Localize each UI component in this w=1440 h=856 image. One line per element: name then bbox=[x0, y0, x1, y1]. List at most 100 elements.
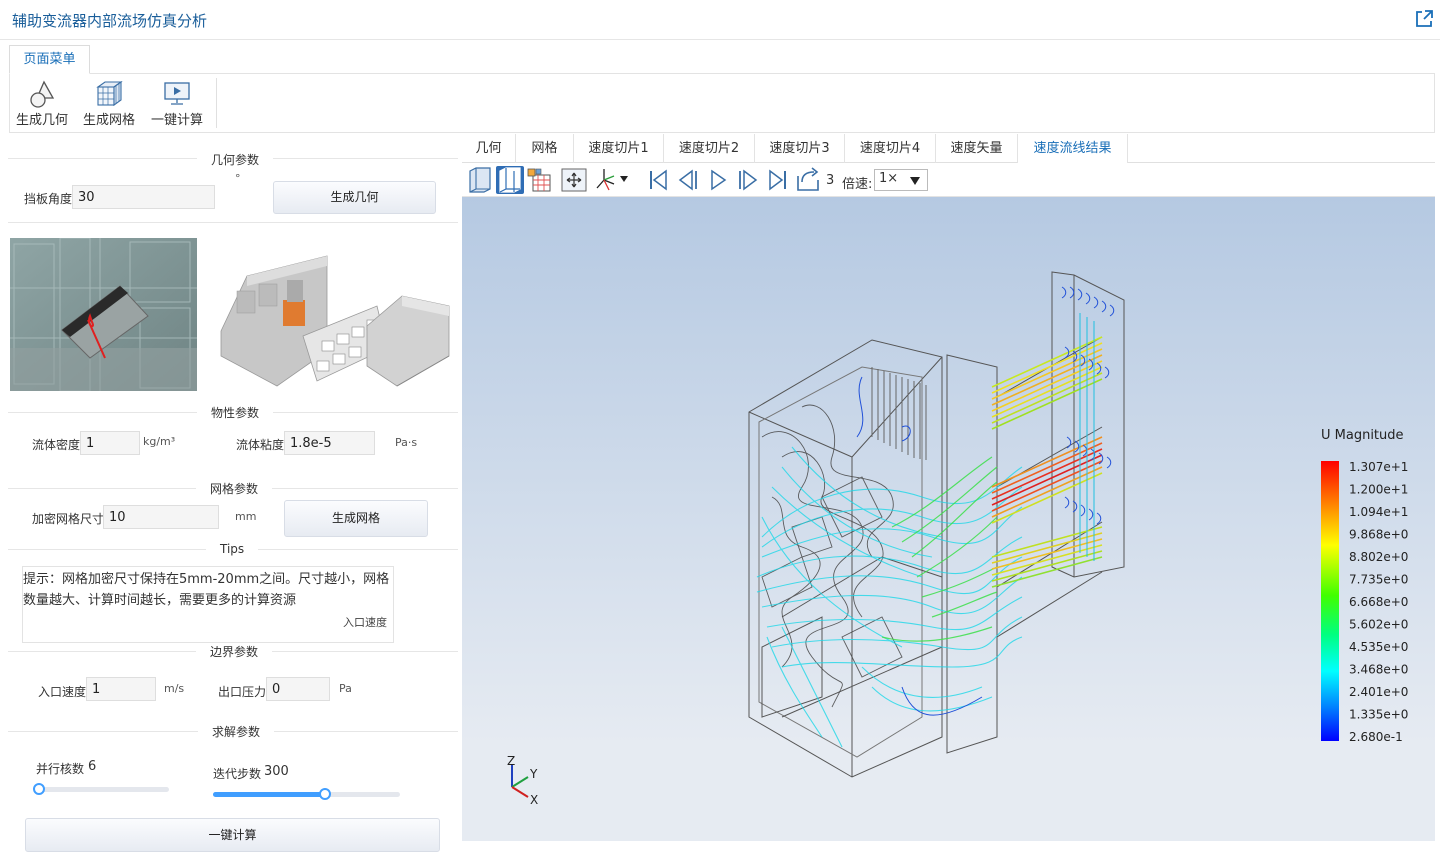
legend-tick-label: 4.535e+0 bbox=[1349, 640, 1408, 654]
legend-tick-label: 5.602e+0 bbox=[1349, 618, 1408, 632]
mesh-section-title: 网格参数 bbox=[196, 480, 273, 497]
geometry-section-title: 几何参数 bbox=[197, 151, 274, 168]
ribbon-label: 一键计算 bbox=[150, 113, 203, 128]
axis-orientation-dropdown-icon[interactable] bbox=[592, 166, 632, 194]
tab-mesh[interactable]: 网格 bbox=[516, 134, 574, 163]
material-section-title: 物性参数 bbox=[197, 404, 274, 421]
tab-streamline-results[interactable]: 速度流线结果 bbox=[1018, 134, 1128, 163]
axis-x-label: X bbox=[530, 793, 538, 807]
legend-tick-label: 1.200e+1 bbox=[1349, 483, 1408, 497]
one-click-compute-ribbon-button[interactable]: 一键计算 bbox=[150, 78, 204, 128]
solver-section-title: 求解参数 bbox=[198, 723, 275, 740]
generate-geometry-button[interactable]: 生成几何 bbox=[273, 181, 436, 214]
tab-velocity-slice-3[interactable]: 速度切片3 bbox=[755, 134, 845, 163]
legend-tick-label: 6.668e+0 bbox=[1349, 595, 1408, 609]
outlet-pressure-unit: Pa bbox=[339, 682, 352, 695]
last-frame-icon[interactable] bbox=[764, 166, 792, 194]
viscosity-label: 流体粘度 bbox=[236, 438, 285, 452]
open-external-icon[interactable] bbox=[1414, 9, 1434, 29]
converter-model-image bbox=[217, 236, 450, 391]
ribbon-label: 生成几何 bbox=[16, 113, 69, 128]
speed-value: 1× bbox=[879, 171, 899, 186]
inlet-velocity-unit: m/s bbox=[164, 682, 185, 695]
fit-view-icon[interactable] bbox=[560, 166, 588, 194]
ribbon-label: 生成网格 bbox=[83, 113, 136, 128]
viscosity-input[interactable] bbox=[284, 431, 375, 455]
ribbon-toolbar: 生成几何 生成网格 一键计算 bbox=[9, 73, 1435, 133]
refine-size-label: 加密网格尺寸 bbox=[32, 512, 105, 526]
page-menu-tab[interactable]: 页面菜单 bbox=[9, 45, 90, 74]
parallel-cores-value: 6 bbox=[88, 759, 97, 774]
slider-knob[interactable] bbox=[33, 783, 45, 795]
parallel-cores-slider[interactable] bbox=[33, 783, 169, 795]
view-solid-icon[interactable] bbox=[466, 166, 494, 194]
legend-tick-label: 3.468e+0 bbox=[1349, 663, 1408, 677]
viewer-toolbar: 3 倍速: 1× bbox=[462, 163, 1435, 197]
loop-icon[interactable] bbox=[794, 166, 822, 194]
app-title: 辅助变流器内部流场仿真分析 bbox=[12, 12, 208, 30]
density-label: 流体密度 bbox=[32, 438, 81, 452]
chevron-down-icon bbox=[910, 177, 920, 185]
streamline-render: Z Y X U Magnitude 1.307e+1 1.200e+1 1.094e… bbox=[507, 271, 1408, 807]
legend-color-bar bbox=[1321, 461, 1339, 741]
legend-title: U Magnitude bbox=[1321, 428, 1404, 443]
axis-y-label: Y bbox=[529, 767, 538, 781]
iterations-label: 迭代步数 bbox=[213, 767, 262, 781]
frame-number: 3 bbox=[826, 173, 835, 188]
iterations-slider[interactable] bbox=[213, 788, 400, 800]
refine-size-unit: mm bbox=[235, 510, 257, 523]
axis-triad bbox=[511, 765, 529, 798]
legend-tick-label: 1.307e+1 bbox=[1349, 460, 1408, 474]
tab-velocity-vectors[interactable]: 速度矢量 bbox=[936, 134, 1018, 163]
iterations-value: 300 bbox=[264, 764, 289, 779]
legend-tick-label: 1.335e+0 bbox=[1349, 708, 1408, 722]
play-icon[interactable] bbox=[704, 166, 732, 194]
one-click-compute-button[interactable]: 一键计算 bbox=[25, 818, 440, 852]
legend-tick-label: 1.094e+1 bbox=[1349, 505, 1408, 519]
tab-velocity-slice-4[interactable]: 速度切片4 bbox=[845, 134, 936, 163]
baffle-angle-input[interactable] bbox=[72, 185, 215, 209]
inlet-velocity-label: 入口速度 bbox=[38, 685, 87, 699]
tab-velocity-slice-1[interactable]: 速度切片1 bbox=[574, 134, 664, 163]
legend-tick-label: 2.680e-1 bbox=[1349, 730, 1403, 744]
inlet-velocity-input[interactable] bbox=[86, 677, 156, 701]
outlet-pressure-input[interactable] bbox=[266, 677, 330, 701]
baffle-angle-label: 挡板角度 bbox=[24, 192, 73, 206]
previous-frame-icon[interactable] bbox=[674, 166, 702, 194]
slider-knob[interactable] bbox=[319, 788, 332, 800]
geometry-icon bbox=[30, 80, 55, 108]
view-mesh-grid-icon[interactable] bbox=[526, 166, 554, 194]
degree-unit: ° bbox=[235, 172, 241, 185]
mesh-icon bbox=[96, 80, 123, 107]
generate-geometry-ribbon-button[interactable]: 生成几何 bbox=[16, 78, 68, 128]
ribbon-divider bbox=[216, 78, 217, 128]
slider-fill bbox=[213, 792, 326, 797]
outlet-pressure-label: 出口压力 bbox=[218, 685, 267, 699]
tips-inlet-velocity-label: 入口速度 bbox=[343, 616, 387, 629]
density-input[interactable] bbox=[80, 431, 140, 455]
generate-mesh-button[interactable]: 生成网格 bbox=[284, 500, 428, 537]
next-frame-icon[interactable] bbox=[734, 166, 762, 194]
tab-velocity-slice-2[interactable]: 速度切片2 bbox=[664, 134, 755, 163]
tips-text: 提示：网格加密尺寸保持在5mm-20mm之间。尺寸越小，网格数量越大、计算时间越… bbox=[23, 572, 390, 608]
tab-geometry[interactable]: 几何 bbox=[462, 134, 516, 163]
compute-icon bbox=[164, 82, 190, 105]
axis-z-label: Z bbox=[507, 754, 515, 768]
boundary-section-title: 边界参数 bbox=[196, 643, 273, 660]
generate-mesh-ribbon-button[interactable]: 生成网格 bbox=[83, 78, 135, 128]
legend-tick-label: 8.802e+0 bbox=[1349, 550, 1408, 564]
legend-tick-label: 7.735e+0 bbox=[1349, 573, 1408, 587]
refine-size-input[interactable] bbox=[103, 505, 219, 529]
3d-viewport[interactable]: Z Y X U Magnitude 1.307e+1 1.200e+1 1.094e… bbox=[462, 197, 1435, 841]
tips-box: 提示：网格加密尺寸保持在5mm-20mm之间。尺寸越小，网格数量越大、计算时间越… bbox=[22, 566, 394, 643]
parallel-cores-label: 并行核数 bbox=[36, 762, 85, 776]
first-frame-icon[interactable] bbox=[644, 166, 672, 194]
density-unit: kg/m³ bbox=[143, 435, 176, 448]
legend-tick-label: 9.868e+0 bbox=[1349, 528, 1408, 542]
speed-label: 倍速: bbox=[842, 177, 873, 192]
title-bar: 辅助变流器内部流场仿真分析 bbox=[0, 0, 1440, 40]
view-wireframe-icon[interactable] bbox=[496, 166, 524, 194]
speed-select[interactable]: 1× bbox=[874, 169, 928, 191]
legend-ticks: 1.307e+1 1.200e+1 1.094e+1 9.868e+0 8.802e+0… bbox=[1349, 460, 1408, 744]
parameter-panel: 几何参数 挡板角度 ° 生成几何 bbox=[0, 134, 460, 856]
